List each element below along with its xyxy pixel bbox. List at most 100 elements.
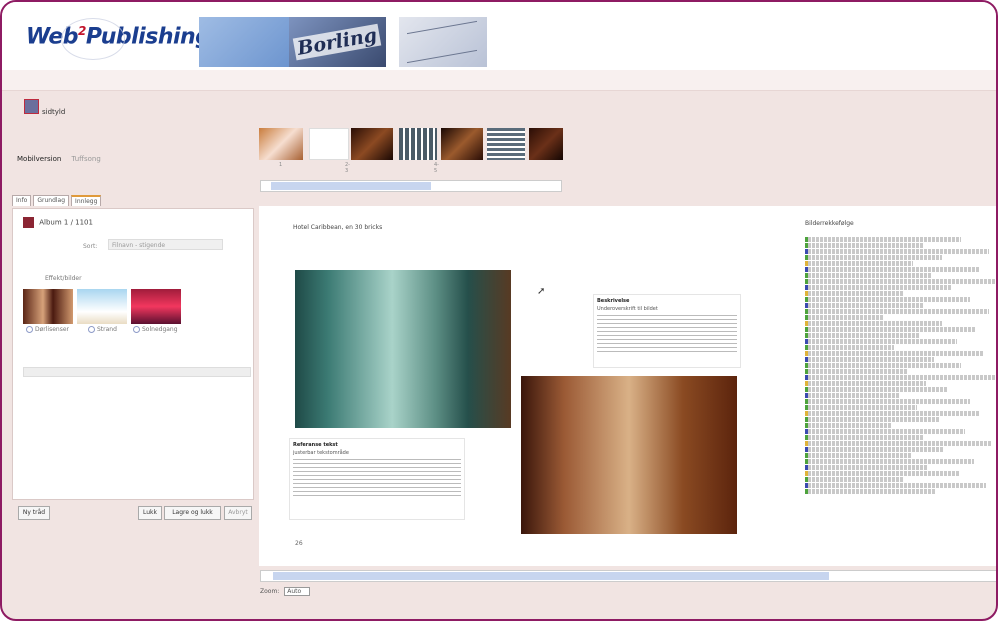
tree-item[interactable] <box>805 405 917 410</box>
zoom-label: Zoom: <box>260 588 280 595</box>
filmstrip-scrollbar[interactable] <box>260 180 562 192</box>
tree-item[interactable] <box>805 393 900 398</box>
left-tabs: Info Grundlag Innlegg <box>12 195 103 206</box>
left-slider[interactable] <box>23 367 251 377</box>
page-canvas[interactable]: Hotel Caribbean, en 30 bricks Referanse … <box>259 206 996 566</box>
tree-item[interactable] <box>805 369 908 374</box>
tree-item[interactable] <box>805 249 990 254</box>
tree-item[interactable] <box>805 291 904 296</box>
tree-item[interactable] <box>805 297 971 302</box>
photo-doorway-green[interactable] <box>295 270 511 428</box>
tree-item[interactable] <box>805 309 990 314</box>
text-box-reference[interactable]: Referanse tekst justerbar tekstområde <box>289 438 465 520</box>
film-num-2: 2-3 <box>345 162 350 174</box>
tree-list[interactable] <box>805 237 996 494</box>
tree-item[interactable] <box>805 261 914 266</box>
tree-item[interactable] <box>805 459 975 464</box>
film-page-6[interactable] <box>487 128 525 160</box>
tree-item[interactable] <box>805 465 929 470</box>
tree-item[interactable] <box>805 381 927 386</box>
tree-item[interactable] <box>805 423 893 428</box>
film-page-3[interactable] <box>351 128 393 160</box>
tree-item[interactable] <box>805 435 923 440</box>
effect-radio-3[interactable]: Solnedgang <box>133 326 178 333</box>
text-box-heading: Referanse tekst <box>293 442 338 448</box>
film-page-4[interactable] <box>399 128 437 160</box>
tree-item[interactable] <box>805 267 980 272</box>
tree-item[interactable] <box>805 375 996 380</box>
cancel-button[interactable]: Avbryt <box>224 506 252 520</box>
new-thread-button[interactable]: Ny tråd <box>18 506 50 520</box>
tree-item[interactable] <box>805 285 952 290</box>
effect-radio-1[interactable]: Dørlisenser <box>26 326 69 333</box>
tree-item[interactable] <box>805 279 996 284</box>
tree-item[interactable] <box>805 429 965 434</box>
tab-info[interactable]: Info <box>12 195 32 206</box>
tree-item[interactable] <box>805 483 986 488</box>
tree-item[interactable] <box>805 273 933 278</box>
photo-doorway-brown[interactable] <box>521 376 737 534</box>
film-num-1: 1 <box>279 162 283 168</box>
right-column-title: Bilderrekkefølge <box>805 220 854 227</box>
zoom-select[interactable]: Auto <box>284 587 311 596</box>
tree-item[interactable] <box>805 477 904 482</box>
tree-item[interactable] <box>805 351 984 356</box>
text-lines <box>293 459 461 499</box>
effect-thumb-sunset[interactable] <box>131 289 181 324</box>
radio-icon <box>133 326 140 333</box>
close-small-button[interactable]: Lukk <box>138 506 162 520</box>
sort-select[interactable]: Filnavn - stigende <box>108 239 223 250</box>
film-page-5[interactable] <box>441 128 483 160</box>
text-box-subtitle: Underoverskrift til bildet <box>597 306 658 312</box>
tab-grundlag[interactable]: Grundlag <box>33 195 70 206</box>
mouse-cursor-icon: ➚ <box>537 286 546 297</box>
tree-item[interactable] <box>805 357 935 362</box>
effects-heading: Effekt/bilder <box>45 275 82 282</box>
tree-item[interactable] <box>805 411 980 416</box>
nav-tab-mobilversion[interactable]: Mobilversion <box>17 155 61 163</box>
film-page-2[interactable] <box>309 128 349 160</box>
tree-item[interactable] <box>805 321 942 326</box>
tree-item[interactable] <box>805 255 942 260</box>
tree-item[interactable] <box>805 399 971 404</box>
album-label: Album 1 / 1101 <box>39 218 93 227</box>
tree-item[interactable] <box>805 333 919 338</box>
tree-item[interactable] <box>805 243 923 248</box>
filmstrip-scroll-thumb[interactable] <box>271 182 431 190</box>
tree-item[interactable] <box>805 237 961 242</box>
tree-item[interactable] <box>805 471 959 476</box>
left-panel: Album 1 / 1101 Sort: Filnavn - stigende … <box>12 208 254 500</box>
effect-thumb-beach[interactable] <box>77 289 127 324</box>
page-number: 26 <box>295 540 303 547</box>
tree-item[interactable] <box>805 315 885 320</box>
tab-innlegg[interactable]: Innlegg <box>71 195 102 206</box>
app-frame: Web2Publishing Borling sidtyld Mobilvers… <box>0 0 998 621</box>
tree-item[interactable] <box>805 303 923 308</box>
tree-item[interactable] <box>805 447 944 452</box>
canvas-scroll-thumb[interactable] <box>273 572 829 580</box>
tree-item[interactable] <box>805 441 992 446</box>
radio-label: Solnedgang <box>142 326 178 333</box>
tree-item[interactable] <box>805 345 894 350</box>
header: Web2Publishing Borling <box>2 2 996 70</box>
tree-item[interactable] <box>805 327 977 332</box>
nav-tab-tuffsong[interactable]: Tuffsong <box>72 155 101 163</box>
canvas-scrollbar[interactable] <box>260 570 996 582</box>
save-and-close-button[interactable]: Lagre og lukk <box>164 506 221 520</box>
canvas-title[interactable]: Hotel Caribbean, en 30 bricks <box>293 224 382 231</box>
tree-item[interactable] <box>805 489 936 494</box>
film-page-1[interactable] <box>259 128 303 160</box>
tree-item[interactable] <box>805 387 948 392</box>
effect-thumb-door[interactable] <box>23 289 73 324</box>
text-box-description[interactable]: Beskrivelse Underoverskrift til bildet <box>593 294 741 368</box>
zoom-row: Zoom: Auto <box>260 587 311 596</box>
web2publishing-logo[interactable]: Web2Publishing <box>26 18 211 60</box>
effect-radio-2[interactable]: Strand <box>88 326 117 333</box>
tree-item[interactable] <box>805 453 912 458</box>
album-icon <box>23 217 34 228</box>
film-page-7[interactable] <box>529 128 563 160</box>
tree-item[interactable] <box>805 363 961 368</box>
tree-item[interactable] <box>805 417 940 422</box>
page-icon <box>24 99 39 114</box>
tree-item[interactable] <box>805 339 957 344</box>
